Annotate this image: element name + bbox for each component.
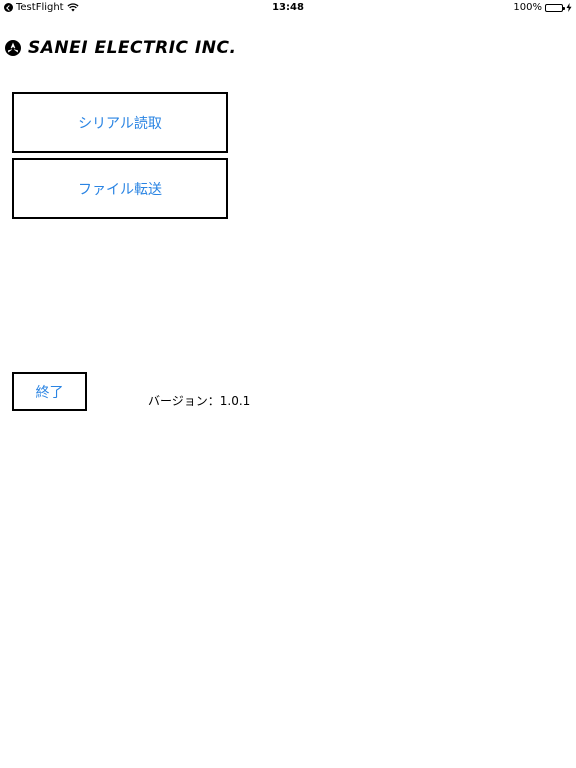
logo-text: SANEI ELECTRIC INC. [28,38,237,58]
status-right: 100% [513,2,572,13]
exit-button[interactable]: 終了 [12,372,87,411]
company-logo: SANEI ELECTRIC INC. [4,38,236,58]
battery-icon [545,3,565,12]
status-time: 13:48 [272,2,304,13]
serial-read-label: シリアル読取 [78,115,162,132]
serial-read-button[interactable]: シリアル読取 [12,92,228,153]
status-bar: TestFlight 13:48 100% [0,0,576,16]
charging-icon [566,3,572,12]
exit-label: 終了 [35,384,64,401]
battery-percent: 100% [513,2,542,13]
file-transfer-label: ファイル転送 [78,181,162,198]
file-transfer-button[interactable]: ファイル転送 [12,158,228,219]
logo-mark-icon [5,40,21,56]
version-label: バージョン：1.0.1 [148,394,251,408]
